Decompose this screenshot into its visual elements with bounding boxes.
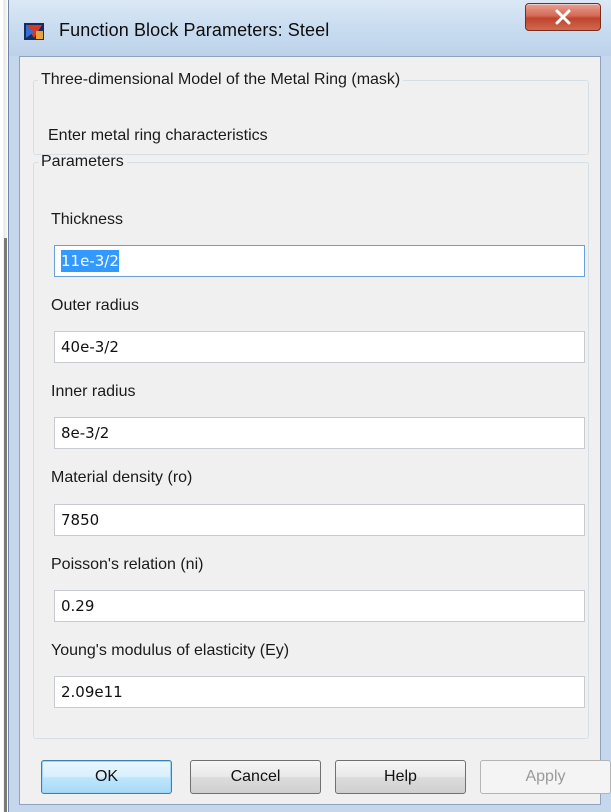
thickness-value: 11e-3/2 bbox=[61, 250, 119, 272]
thickness-label: Thickness bbox=[51, 211, 124, 228]
outer-radius-input[interactable]: 40e-3/2 bbox=[54, 331, 585, 363]
dialog-window: Function Block Parameters: Steel Three-d… bbox=[8, 0, 611, 812]
inner-radius-input[interactable]: 8e-3/2 bbox=[54, 417, 585, 449]
window-title: Function Block Parameters: Steel bbox=[59, 20, 330, 40]
material-density-input[interactable]: 7850 bbox=[54, 504, 585, 536]
mask-title: Three-dimensional Model of the Metal Rin… bbox=[41, 71, 401, 88]
material-density-label: Material density (ro) bbox=[51, 469, 193, 486]
cancel-button[interactable]: Cancel bbox=[190, 760, 321, 794]
help-button[interactable]: Help bbox=[335, 760, 466, 794]
youngs-modulus-label: Young's modulus of elasticity (Ey) bbox=[51, 642, 290, 659]
apply-button[interactable]: Apply bbox=[480, 760, 611, 794]
mask-description-group: Three-dimensional Model of the Metal Rin… bbox=[33, 71, 589, 155]
youngs-modulus-input[interactable]: 2.09e11 bbox=[54, 676, 585, 708]
close-button[interactable] bbox=[525, 3, 601, 31]
thickness-input[interactable]: 11e-3/2 bbox=[54, 245, 585, 277]
close-icon bbox=[555, 9, 571, 25]
poisson-relation-input[interactable]: 0.29 bbox=[54, 590, 585, 622]
inner-radius-label: Inner radius bbox=[51, 383, 136, 400]
parameters-group: Parameters Thickness 11e-3/2 Outer radiu… bbox=[33, 153, 589, 739]
parameters-legend: Parameters bbox=[41, 153, 124, 170]
background-window-edge bbox=[0, 0, 8, 812]
outer-radius-label: Outer radius bbox=[51, 297, 140, 314]
mask-description: Enter metal ring characteristics bbox=[48, 127, 268, 144]
dialog-content: Three-dimensional Model of the Metal Rin… bbox=[19, 56, 611, 805]
simulink-block-icon bbox=[24, 23, 44, 40]
title-bar[interactable]: Function Block Parameters: Steel bbox=[9, 0, 611, 56]
poisson-relation-label: Poisson's relation (ni) bbox=[51, 556, 204, 573]
ok-button[interactable]: OK bbox=[41, 760, 172, 794]
